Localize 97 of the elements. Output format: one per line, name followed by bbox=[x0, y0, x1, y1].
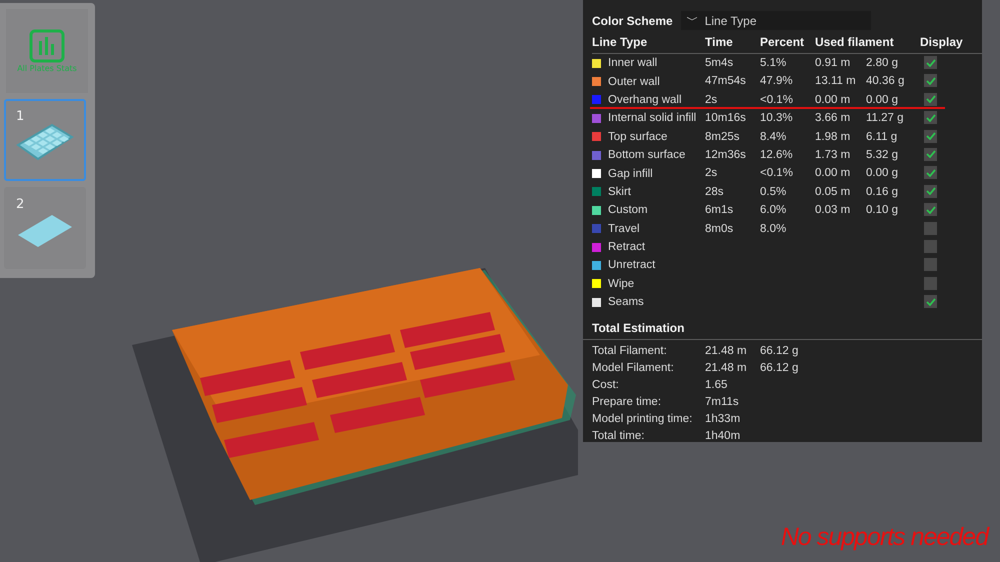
line-type-name: Gap infill bbox=[592, 164, 705, 183]
length-cell-text: 0.91 m bbox=[815, 56, 852, 71]
time-cell-text: 8m25s bbox=[705, 130, 741, 145]
estimation-label: Cost: bbox=[592, 378, 620, 394]
percent-cell-text: <0.1% bbox=[760, 92, 794, 108]
column-header: Used filament bbox=[815, 32, 920, 54]
weight-cell-text: 0.16 g bbox=[866, 184, 899, 200]
display-checkbox[interactable] bbox=[924, 222, 937, 235]
percent-cell-text: 0.5% bbox=[760, 184, 788, 200]
estimation-value: 1.65 bbox=[705, 378, 728, 394]
estimation-label: Model Filament: bbox=[592, 361, 675, 376]
length-cell-text: 13.11 m bbox=[815, 74, 857, 90]
display-checkbox[interactable] bbox=[924, 203, 937, 216]
percent-cell-text: 12.6% bbox=[760, 148, 794, 163]
length-cell-text: 0.03 m bbox=[815, 203, 852, 218]
tray-icon bbox=[16, 123, 74, 161]
display-checkbox[interactable] bbox=[924, 130, 937, 143]
estimation-label: Total time: bbox=[592, 429, 646, 444]
line-type-name: Seams bbox=[592, 293, 705, 312]
column-header: Time bbox=[705, 32, 760, 54]
estimation-label: Prepare time: bbox=[592, 395, 662, 410]
color-scheme-dropdown[interactable]: ﹀ Line Type bbox=[680, 11, 871, 30]
weight-cell-text: 0.00 g bbox=[866, 92, 899, 108]
time-cell-text: 12m36s bbox=[705, 148, 747, 163]
length-cell-text: 0.05 m bbox=[815, 184, 852, 200]
plate-thumbnail[interactable]: 1 bbox=[4, 99, 86, 181]
percent-cell-text: 8.4% bbox=[760, 130, 788, 145]
display-checkbox[interactable] bbox=[924, 166, 937, 180]
display-checkbox[interactable] bbox=[924, 258, 937, 272]
estimation-value: 21.48 m bbox=[705, 361, 748, 376]
weight-cell-text: 0.10 g bbox=[866, 203, 899, 218]
display-checkbox[interactable] bbox=[924, 295, 937, 308]
percent-cell-text: 47.9% bbox=[760, 74, 794, 90]
weight-cell-text: 40.36 g bbox=[866, 74, 906, 90]
line-type-name: Overhang wall bbox=[592, 90, 705, 110]
plate-number: 1 bbox=[16, 109, 24, 124]
weight-cell-text: 2.80 g bbox=[866, 56, 899, 71]
total-estimation-title: Total Estimation bbox=[592, 321, 684, 336]
line-type-name: Inner wall bbox=[592, 54, 705, 72]
weight-cell-text: 5.32 g bbox=[866, 148, 899, 163]
length-cell-text: 1.73 m bbox=[815, 148, 852, 163]
display-checkbox[interactable] bbox=[924, 148, 937, 161]
display-checkbox[interactable] bbox=[924, 276, 937, 290]
estimation-value: 1h40m bbox=[705, 429, 742, 444]
time-cell-text: 28s bbox=[705, 184, 725, 200]
display-checkbox[interactable] bbox=[924, 56, 937, 69]
line-type-name: Unretract bbox=[592, 256, 705, 275]
line-type-name: Internal solid infill bbox=[592, 109, 705, 128]
line-type-name: Outer wall bbox=[592, 72, 705, 91]
time-cell-text: 2s bbox=[705, 92, 718, 108]
estimation-label: Total Filament: bbox=[592, 344, 668, 360]
display-checkbox[interactable] bbox=[924, 74, 937, 88]
line-type-name: Bottom surface bbox=[592, 146, 705, 164]
caption-text: No supports needed bbox=[780, 523, 988, 552]
line-type-name: Skirt bbox=[592, 182, 705, 202]
display-checkbox[interactable] bbox=[924, 240, 937, 253]
length-cell-text: 3.66 m bbox=[815, 111, 852, 126]
color-scheme-label: Color Scheme bbox=[592, 14, 673, 28]
plate-icon bbox=[16, 213, 74, 249]
percent-cell-text: <0.1% bbox=[760, 166, 794, 182]
percent-cell-text: 6.0% bbox=[760, 203, 788, 218]
percent-cell-text: 5.1% bbox=[760, 56, 788, 71]
percent-cell-text: 10.3% bbox=[760, 111, 794, 126]
display-checkbox[interactable] bbox=[924, 92, 937, 106]
line-type-name: Retract bbox=[592, 238, 705, 256]
column-header: Line Type bbox=[592, 32, 705, 54]
time-cell-text: 2s bbox=[705, 166, 718, 182]
estimation-weight: 66.12 g bbox=[760, 344, 800, 360]
line-type-name: Top surface bbox=[592, 128, 705, 146]
plate-thumbnail[interactable]: 2 bbox=[4, 187, 86, 269]
time-cell-text: 8m0s bbox=[705, 222, 734, 237]
weight-cell-text: 6.11 g bbox=[866, 130, 898, 145]
line-type-name: Custom bbox=[592, 201, 705, 220]
bar-chart-icon bbox=[29, 28, 65, 63]
plate-number: 2 bbox=[16, 197, 24, 212]
check-icon bbox=[926, 298, 936, 306]
line-type-name: Wipe bbox=[592, 274, 705, 294]
display-checkbox[interactable] bbox=[924, 184, 937, 198]
estimation-value: 21.48 m bbox=[705, 344, 748, 360]
length-cell-text: 1.98 m bbox=[815, 130, 852, 145]
time-cell-text: 47m54s bbox=[705, 74, 747, 90]
time-cell-text: 5m4s bbox=[705, 56, 734, 71]
column-header: Display bbox=[920, 32, 982, 54]
estimation-label: Model printing time: bbox=[592, 412, 694, 428]
column-header: Percent bbox=[760, 32, 815, 54]
line-type-name: Travel bbox=[592, 220, 705, 238]
length-cell-text: 0.00 m bbox=[815, 92, 852, 108]
estimation-value: 7m11s bbox=[705, 395, 740, 410]
percent-cell-text: 8.0% bbox=[760, 222, 788, 237]
display-checkbox[interactable] bbox=[924, 111, 937, 124]
length-cell-text: 0.00 m bbox=[815, 166, 852, 182]
estimation-weight: 66.12 g bbox=[760, 361, 800, 376]
time-cell-text: 10m16s bbox=[705, 111, 747, 126]
weight-cell-text: 11.27 g bbox=[866, 111, 905, 126]
time-cell-text: 6m1s bbox=[705, 203, 734, 218]
weight-cell-text: 0.00 g bbox=[866, 166, 899, 182]
estimation-value: 1h33m bbox=[705, 412, 742, 428]
